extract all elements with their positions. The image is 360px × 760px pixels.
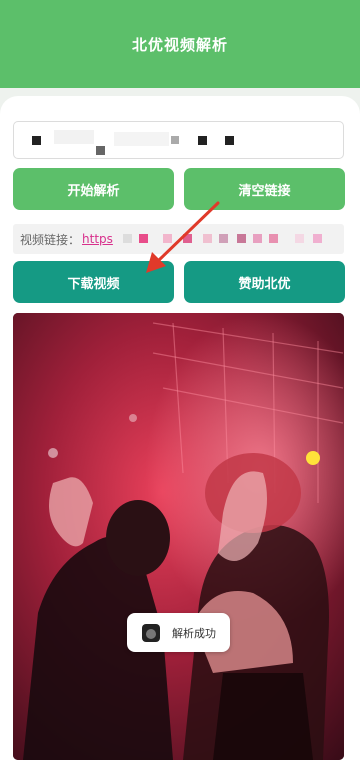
redacted-url	[119, 232, 339, 246]
download-video-button[interactable]: 下载视频	[13, 261, 174, 303]
video-frame	[13, 313, 344, 760]
start-parse-label: 开始解析	[67, 183, 120, 199]
clear-link-button[interactable]: 清空链接	[184, 168, 345, 210]
app-header: 北优视频解析	[0, 0, 360, 88]
download-video-label: 下载视频	[67, 276, 120, 292]
video-link-row: 视频链接： https	[13, 224, 344, 254]
page-title: 北优视频解析	[131, 35, 228, 54]
link-input-field[interactable]	[13, 121, 344, 159]
link-input[interactable]	[14, 122, 343, 158]
video-player[interactable]	[13, 313, 344, 760]
start-parse-button[interactable]: 开始解析	[13, 168, 174, 210]
toast-text: 解析成功	[172, 626, 216, 640]
video-link-label: 视频链接：	[20, 232, 81, 247]
sponsor-button[interactable]: 赞助北优	[184, 261, 345, 303]
toast-notification: 解析成功	[127, 613, 230, 652]
app-icon	[142, 623, 160, 642]
video-link-url[interactable]: https	[82, 232, 113, 246]
sponsor-label: 赞助北优	[238, 276, 291, 292]
clear-link-label: 清空链接	[238, 183, 291, 199]
